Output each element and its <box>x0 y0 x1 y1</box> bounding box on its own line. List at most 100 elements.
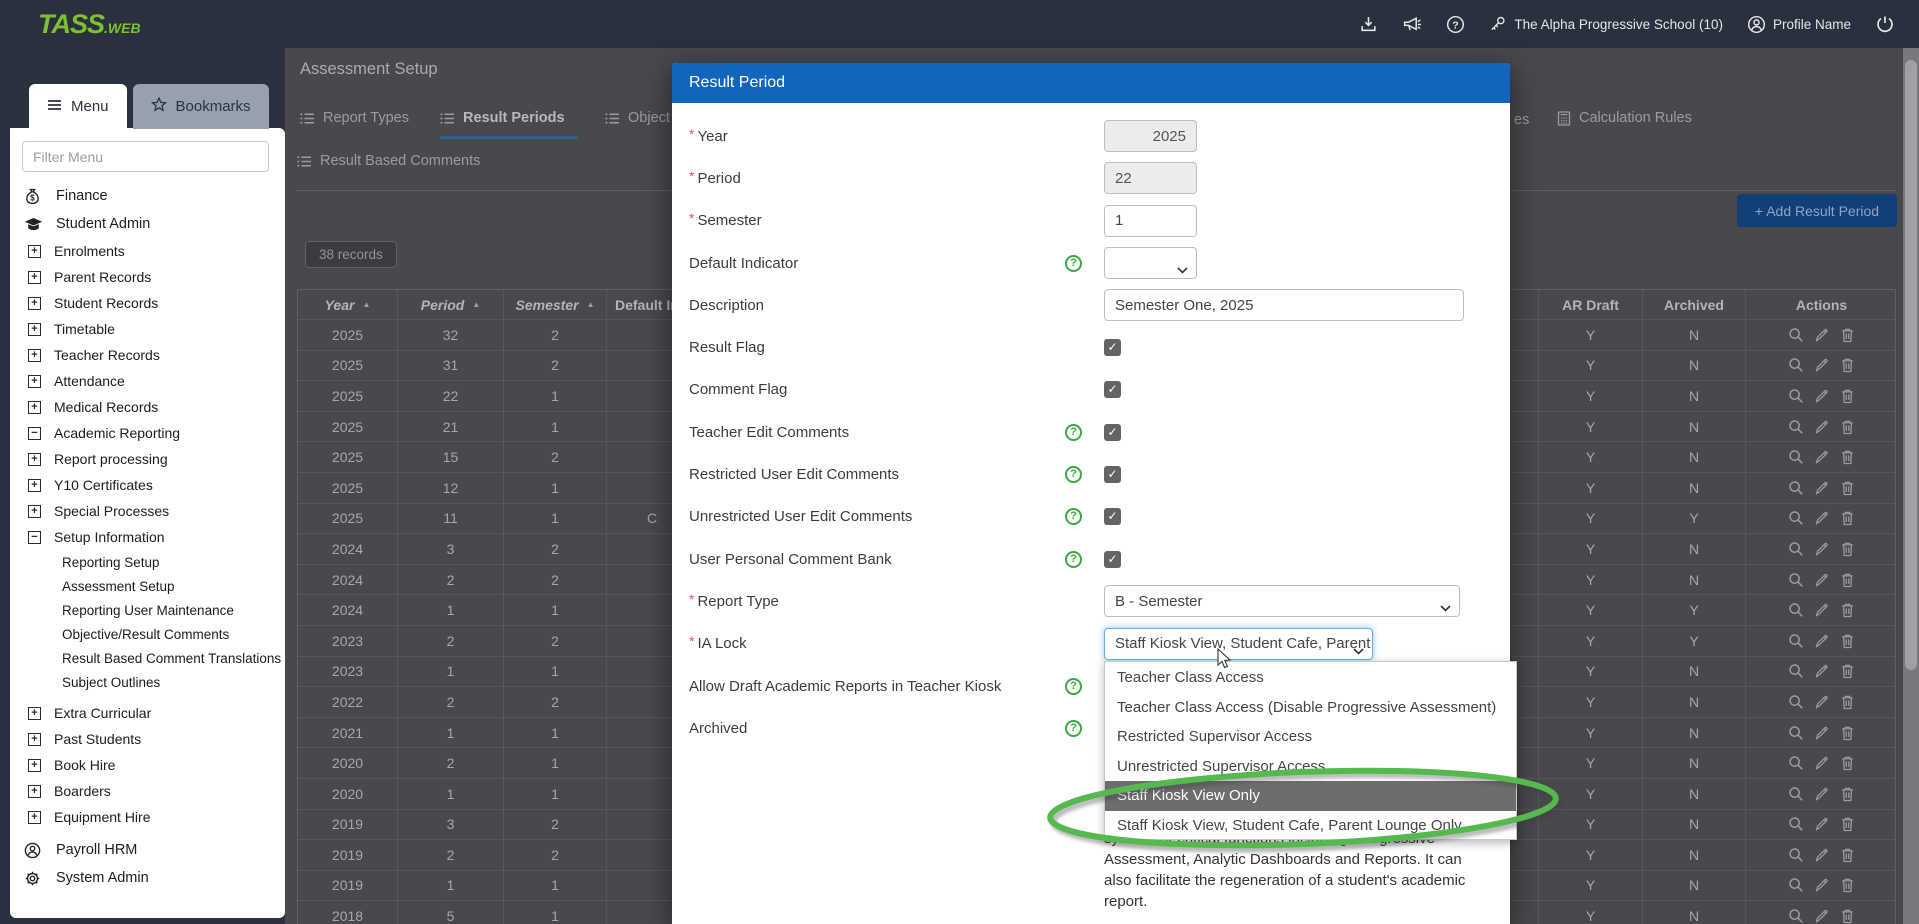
tab-calculation-rules[interactable]: Calculation Rules <box>1557 110 1692 126</box>
edit-pencil-icon[interactable] <box>1814 357 1830 373</box>
download-icon[interactable] <box>1359 15 1378 34</box>
sidebar-item-enrolments[interactable]: +Enrolments <box>10 238 285 264</box>
filter-menu-input[interactable] <box>22 141 269 172</box>
edit-pencil-icon[interactable] <box>1814 449 1830 465</box>
help-icon[interactable]: ? <box>1446 15 1465 34</box>
sidebar-item-assessment-setup[interactable]: Assessment Setup <box>10 574 285 598</box>
edit-pencil-icon[interactable] <box>1814 633 1830 649</box>
sidebar-item-student-records[interactable]: +Student Records <box>10 290 285 316</box>
sidebar-item-subject-outlines[interactable]: Subject Outlines <box>10 670 285 694</box>
view-magnifier-icon[interactable] <box>1788 877 1804 893</box>
delete-trash-icon[interactable] <box>1840 633 1855 649</box>
help-question-icon[interactable]: ? <box>1065 466 1082 483</box>
delete-trash-icon[interactable] <box>1840 725 1855 741</box>
result-flag-checkbox[interactable]: ✓ <box>1104 339 1121 356</box>
ia-lock-select[interactable]: Staff Kiosk View, Student Cafe, Parent L… <box>1104 628 1373 660</box>
teacher-edit-comments-checkbox[interactable]: ✓ <box>1104 424 1121 441</box>
help-question-icon[interactable]: ? <box>1065 508 1082 525</box>
period-input[interactable]: 22 <box>1104 162 1197 194</box>
delete-trash-icon[interactable] <box>1840 786 1855 802</box>
sidebar-item-boarders[interactable]: +Boarders <box>10 778 285 804</box>
scrollbar-thumb[interactable] <box>1905 60 1917 670</box>
view-magnifier-icon[interactable] <box>1788 816 1804 832</box>
view-magnifier-icon[interactable] <box>1788 725 1804 741</box>
tab-partial-label[interactable]: es <box>1514 112 1529 128</box>
edit-pencil-icon[interactable] <box>1814 908 1830 924</box>
edit-pencil-icon[interactable] <box>1814 480 1830 496</box>
help-question-icon[interactable]: ? <box>1065 678 1082 695</box>
user-personal-comment-bank-checkbox[interactable]: ✓ <box>1104 551 1121 568</box>
view-magnifier-icon[interactable] <box>1788 357 1804 373</box>
comment-flag-checkbox[interactable]: ✓ <box>1104 381 1121 398</box>
help-question-icon[interactable]: ? <box>1065 255 1082 272</box>
delete-trash-icon[interactable] <box>1840 480 1855 496</box>
sidebar-item-reporting-setup[interactable]: Reporting Setup <box>10 550 285 574</box>
edit-pencil-icon[interactable] <box>1814 388 1830 404</box>
delete-trash-icon[interactable] <box>1840 327 1855 343</box>
megaphone-icon[interactable] <box>1402 15 1422 33</box>
tab-report-types[interactable]: Report Types <box>300 110 409 126</box>
sidebar-item-report-processing[interactable]: +Report processing <box>10 446 285 472</box>
sidebar-item-academic-reporting[interactable]: −Academic Reporting <box>10 420 285 446</box>
delete-trash-icon[interactable] <box>1840 419 1855 435</box>
sidebar-item-extra-curricular[interactable]: +Extra Curricular <box>10 700 285 726</box>
sidebar-tab-menu[interactable]: Menu <box>29 84 127 129</box>
delete-trash-icon[interactable] <box>1840 449 1855 465</box>
sidebar-item-result-based-comment-translations[interactable]: Result Based Comment Translations <box>10 646 285 670</box>
sidebar-item-timetable[interactable]: +Timetable <box>10 316 285 342</box>
view-magnifier-icon[interactable] <box>1788 602 1804 618</box>
view-magnifier-icon[interactable] <box>1788 327 1804 343</box>
column-header-period[interactable]: Period▲ <box>398 290 504 319</box>
sidebar-item-setup-information[interactable]: −Setup Information <box>10 524 285 550</box>
sidebar-item-reporting-user-maintenance[interactable]: Reporting User Maintenance <box>10 598 285 622</box>
sidebar-item-finance[interactable]: $Finance <box>10 182 285 210</box>
view-magnifier-icon[interactable] <box>1788 786 1804 802</box>
edit-pencil-icon[interactable] <box>1814 541 1830 557</box>
sidebar-item-student-admin[interactable]: Student Admin <box>10 210 285 238</box>
tab-result-periods[interactable]: Result Periods <box>440 110 565 126</box>
delete-trash-icon[interactable] <box>1840 572 1855 588</box>
delete-trash-icon[interactable] <box>1840 877 1855 893</box>
help-question-icon[interactable]: ? <box>1065 551 1082 568</box>
view-magnifier-icon[interactable] <box>1788 388 1804 404</box>
description-input[interactable]: Semester One, 2025 <box>1104 289 1464 321</box>
logout-power-icon[interactable] <box>1875 14 1895 34</box>
delete-trash-icon[interactable] <box>1840 908 1855 924</box>
edit-pencil-icon[interactable] <box>1814 663 1830 679</box>
delete-trash-icon[interactable] <box>1840 694 1855 710</box>
edit-pencil-icon[interactable] <box>1814 816 1830 832</box>
delete-trash-icon[interactable] <box>1840 755 1855 771</box>
view-magnifier-icon[interactable] <box>1788 480 1804 496</box>
edit-pencil-icon[interactable] <box>1814 419 1830 435</box>
edit-pencil-icon[interactable] <box>1814 694 1830 710</box>
edit-pencil-icon[interactable] <box>1814 786 1830 802</box>
edit-pencil-icon[interactable] <box>1814 755 1830 771</box>
profile-menu[interactable]: Profile Name <box>1747 15 1851 34</box>
delete-trash-icon[interactable] <box>1840 816 1855 832</box>
view-magnifier-icon[interactable] <box>1788 541 1804 557</box>
ia-lock-option[interactable]: Staff Kiosk View, Student Cafe, Parent L… <box>1105 811 1516 841</box>
edit-pencil-icon[interactable] <box>1814 572 1830 588</box>
year-input[interactable]: 2025 <box>1104 120 1197 152</box>
view-magnifier-icon[interactable] <box>1788 449 1804 465</box>
delete-trash-icon[interactable] <box>1840 602 1855 618</box>
delete-trash-icon[interactable] <box>1840 541 1855 557</box>
tab-objectives[interactable]: Object <box>605 110 670 126</box>
edit-pencil-icon[interactable] <box>1814 602 1830 618</box>
tab-result-based-comments[interactable]: Result Based Comments <box>297 153 480 169</box>
delete-trash-icon[interactable] <box>1840 847 1855 863</box>
add-result-period-button[interactable]: + Add Result Period <box>1737 194 1897 227</box>
edit-pencil-icon[interactable] <box>1814 510 1830 526</box>
column-header-year[interactable]: Year▲ <box>298 290 398 319</box>
page-scrollbar[interactable] <box>1903 48 1919 924</box>
ia-lock-option[interactable]: Restricted Supervisor Access <box>1105 722 1516 752</box>
ia-lock-option[interactable]: Staff Kiosk View Only <box>1105 781 1516 811</box>
view-magnifier-icon[interactable] <box>1788 572 1804 588</box>
sidebar-item-past-students[interactable]: +Past Students <box>10 726 285 752</box>
view-magnifier-icon[interactable] <box>1788 510 1804 526</box>
ia-lock-option[interactable]: Teacher Class Access (Disable Progressiv… <box>1105 693 1516 723</box>
view-magnifier-icon[interactable] <box>1788 663 1804 679</box>
school-selector[interactable]: The Alpha Progressive School (10) <box>1489 15 1723 33</box>
edit-pencil-icon[interactable] <box>1814 847 1830 863</box>
sidebar-item-medical-records[interactable]: +Medical Records <box>10 394 285 420</box>
